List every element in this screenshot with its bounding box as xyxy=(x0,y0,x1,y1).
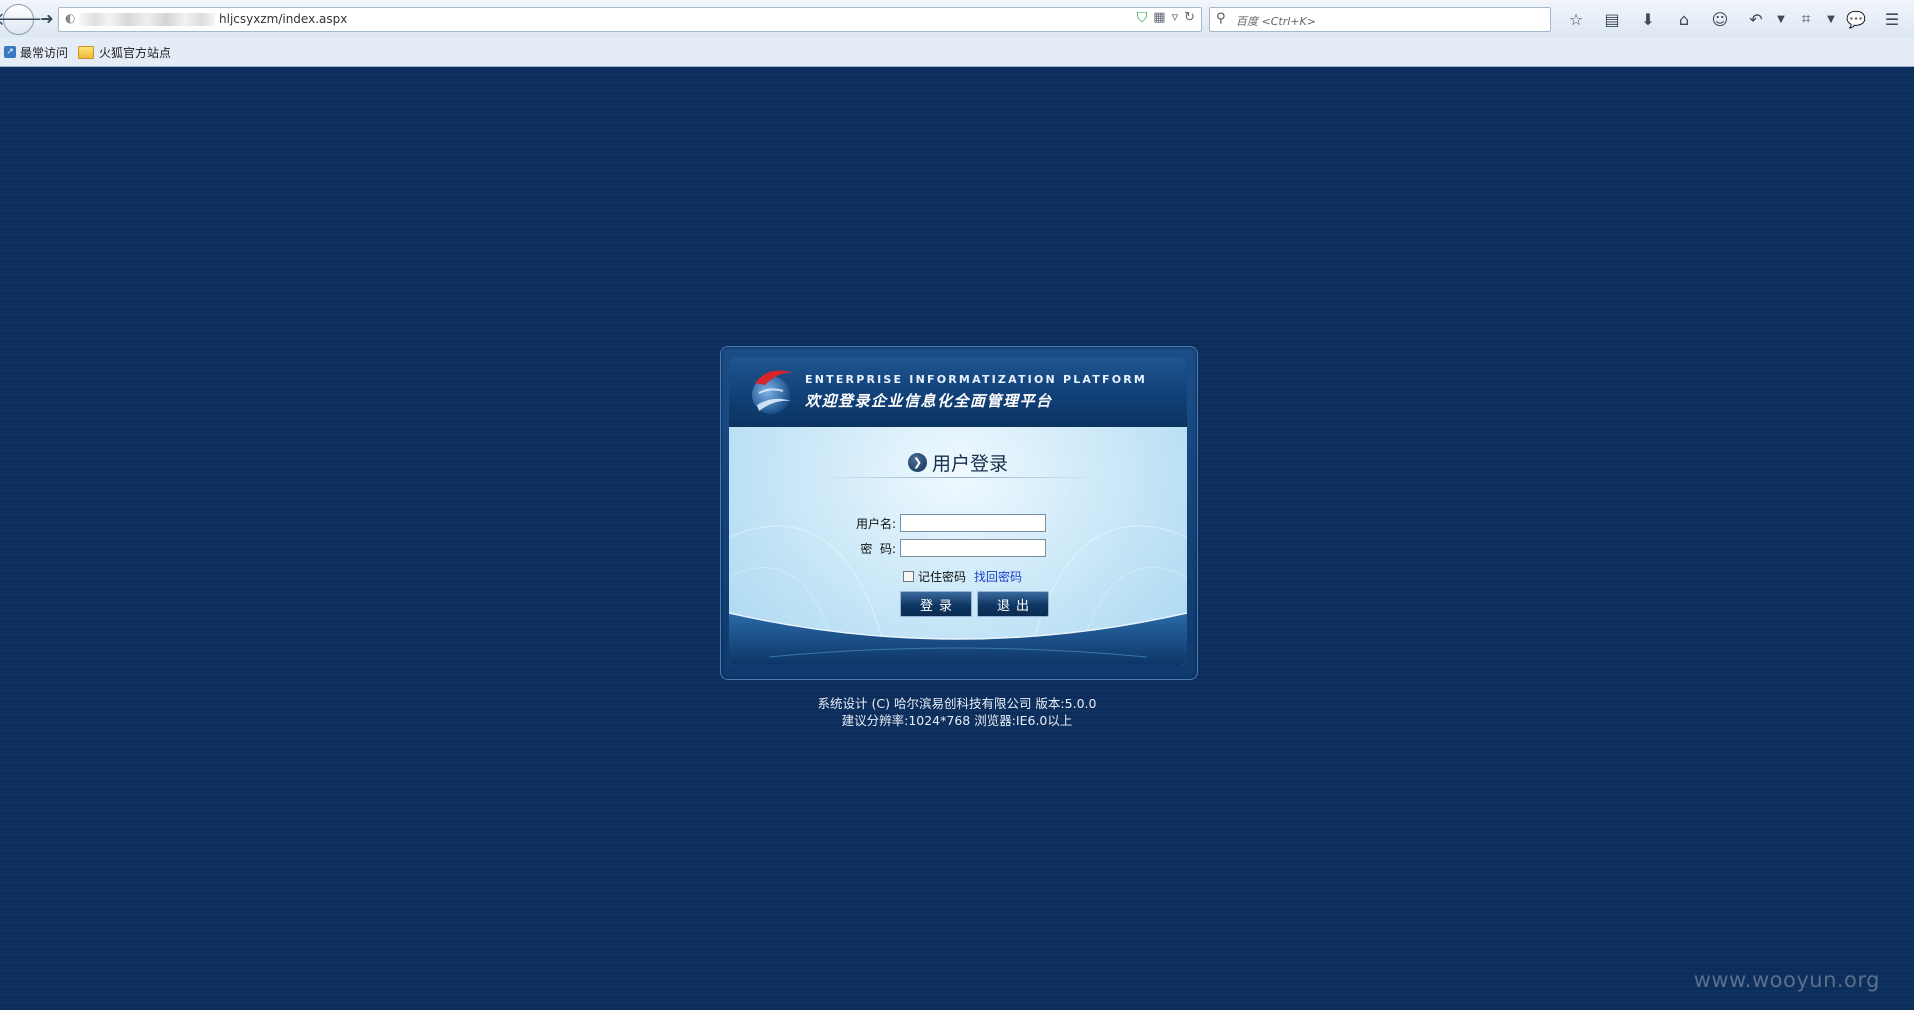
bookmark-label: 最常访问 xyxy=(20,45,69,60)
browser-toolbar: 🡐 ➜ ◐ hljcsyxzm/index.aspx ⛉ ▦ ▿ ↻ ⚲ 百度 … xyxy=(0,0,1914,37)
shield-icon[interactable]: ⛉ xyxy=(1137,10,1148,26)
speech-bubble-icon: 💬 xyxy=(1846,9,1866,29)
forgot-password-link[interactable]: 找回密码 xyxy=(974,568,1022,585)
home-icon: ⌂ xyxy=(1678,9,1690,29)
username-input[interactable] xyxy=(900,514,1046,532)
watermark: www.wooyun.org xyxy=(1693,968,1880,992)
search-placeholder: 百度 <Ctrl+K> xyxy=(1236,15,1316,28)
bookmark-label: 火狐官方站点 xyxy=(99,45,172,60)
hamburger-menu-icon: ☰ xyxy=(1884,9,1900,29)
username-label: 用户名: xyxy=(855,516,896,531)
address-bar[interactable]: ◐ hljcsyxzm/index.aspx ⛉ ▦ ▿ ↻ xyxy=(58,7,1202,32)
login-heading: ❯ 用户登录 xyxy=(729,449,1187,476)
page-footer: 系统设计 (C) 哈尔滨易创科技有限公司 版本:5.0.0 建议分辨率:1024… xyxy=(0,695,1914,729)
reload-icon[interactable]: ↻ xyxy=(1184,10,1195,26)
back-button[interactable]: 🡐 xyxy=(0,4,43,35)
chat-button[interactable]: ☺ xyxy=(1702,6,1738,32)
bookmark-most-visited[interactable]: ↗ 最常访问 xyxy=(0,44,68,61)
password-label: 密 码: xyxy=(860,541,896,556)
login-banner: ENTERPRISE INFORMATIZATION PLATFORM 欢迎登录… xyxy=(729,357,1187,428)
star-icon: ☆ xyxy=(1568,9,1584,29)
dropdown-icon[interactable]: ▿ xyxy=(1172,10,1179,26)
requirements-line: 建议分辨率:1024*768 浏览器:IE6.0以上 xyxy=(841,713,1073,728)
screenshot-dropdown[interactable]: ▼ xyxy=(1824,6,1838,32)
redacted-host xyxy=(79,13,215,26)
bookmarks-list-button[interactable]: ▤ xyxy=(1594,6,1630,32)
clipboard-icon: ▤ xyxy=(1604,9,1620,29)
url-text: hljcsyxzm/index.aspx xyxy=(219,12,348,26)
bottom-wave-decoration xyxy=(729,612,1187,665)
remember-row: 记住密码 找回密码 xyxy=(903,568,1022,585)
site-identity-icon[interactable]: ◐ xyxy=(65,11,75,25)
bookmarks-toolbar: ↗ 最常访问 火狐官方站点 xyxy=(0,41,179,63)
login-form: ❯ 用户登录 用户名: 密 码: 记住密码 找回密码 登录 退出 xyxy=(729,427,1187,665)
forward-button[interactable]: ➜ xyxy=(36,4,58,33)
password-input[interactable] xyxy=(900,539,1046,557)
address-bar-icons: ⛉ ▦ ▿ ↻ xyxy=(1137,10,1195,26)
crop-icon: ⌗ xyxy=(1801,9,1811,28)
platform-logo-icon xyxy=(752,370,793,414)
undo-dropdown[interactable]: ▼ xyxy=(1774,6,1788,32)
login-panel-inner: ENTERPRISE INFORMATIZATION PLATFORM 欢迎登录… xyxy=(729,357,1187,665)
bookmark-firefox-sites[interactable]: 火狐官方站点 xyxy=(76,44,171,61)
undo-button[interactable]: ↶ xyxy=(1738,6,1774,32)
remember-password-checkbox[interactable] xyxy=(903,571,914,582)
download-icon: ⬇ xyxy=(1641,9,1655,29)
screenshot-button[interactable]: ⌗ xyxy=(1788,6,1824,32)
qr-code-icon[interactable]: ▦ xyxy=(1153,10,1165,26)
login-panel: ENTERPRISE INFORMATIZATION PLATFORM 欢迎登录… xyxy=(720,346,1198,680)
home-button[interactable]: ⌂ xyxy=(1666,6,1702,32)
undo-icon: ↶ xyxy=(1749,9,1763,29)
search-icon: ⚲ xyxy=(1216,11,1226,26)
feedback-button[interactable]: 💬 xyxy=(1838,6,1874,32)
downloads-button[interactable]: ⬇ xyxy=(1630,6,1666,32)
search-bar[interactable]: ⚲ 百度 <Ctrl+K> xyxy=(1209,7,1551,32)
chevron-right-icon: ❯ xyxy=(907,453,927,472)
arrow-right-icon: ➜ xyxy=(40,9,54,28)
page-background: ENTERPRISE INFORMATIZATION PLATFORM 欢迎登录… xyxy=(0,67,1914,1010)
remember-password-label: 记住密码 xyxy=(918,570,967,584)
chevron-down-icon: ▼ xyxy=(1777,13,1785,25)
chevron-down-icon: ▼ xyxy=(1827,13,1835,25)
banner-chinese-title: 欢迎登录企业信息化全面管理平台 xyxy=(805,392,1053,410)
browser-tools: ☆ ▤ ⬇ ⌂ ☺ ↶ ▼ ⌗ ▼ 💬 ☰ xyxy=(1558,6,1910,32)
chat-icon: ☺ xyxy=(1711,9,1729,29)
title-divider xyxy=(819,477,1099,478)
login-title: 用户登录 xyxy=(931,453,1008,475)
bookmark-star-button[interactable]: ☆ xyxy=(1558,6,1594,32)
most-visited-icon: ↗ xyxy=(4,46,16,58)
banner-english-title: ENTERPRISE INFORMATIZATION PLATFORM xyxy=(805,373,1148,386)
folder-icon xyxy=(78,45,95,59)
menu-button[interactable]: ☰ xyxy=(1874,6,1910,32)
browser-chrome: 🡐 ➜ ◐ hljcsyxzm/index.aspx ⛉ ▦ ▿ ↻ ⚲ 百度 … xyxy=(0,0,1914,67)
copyright-line: 系统设计 (C) 哈尔滨易创科技有限公司 版本:5.0.0 xyxy=(817,696,1097,711)
